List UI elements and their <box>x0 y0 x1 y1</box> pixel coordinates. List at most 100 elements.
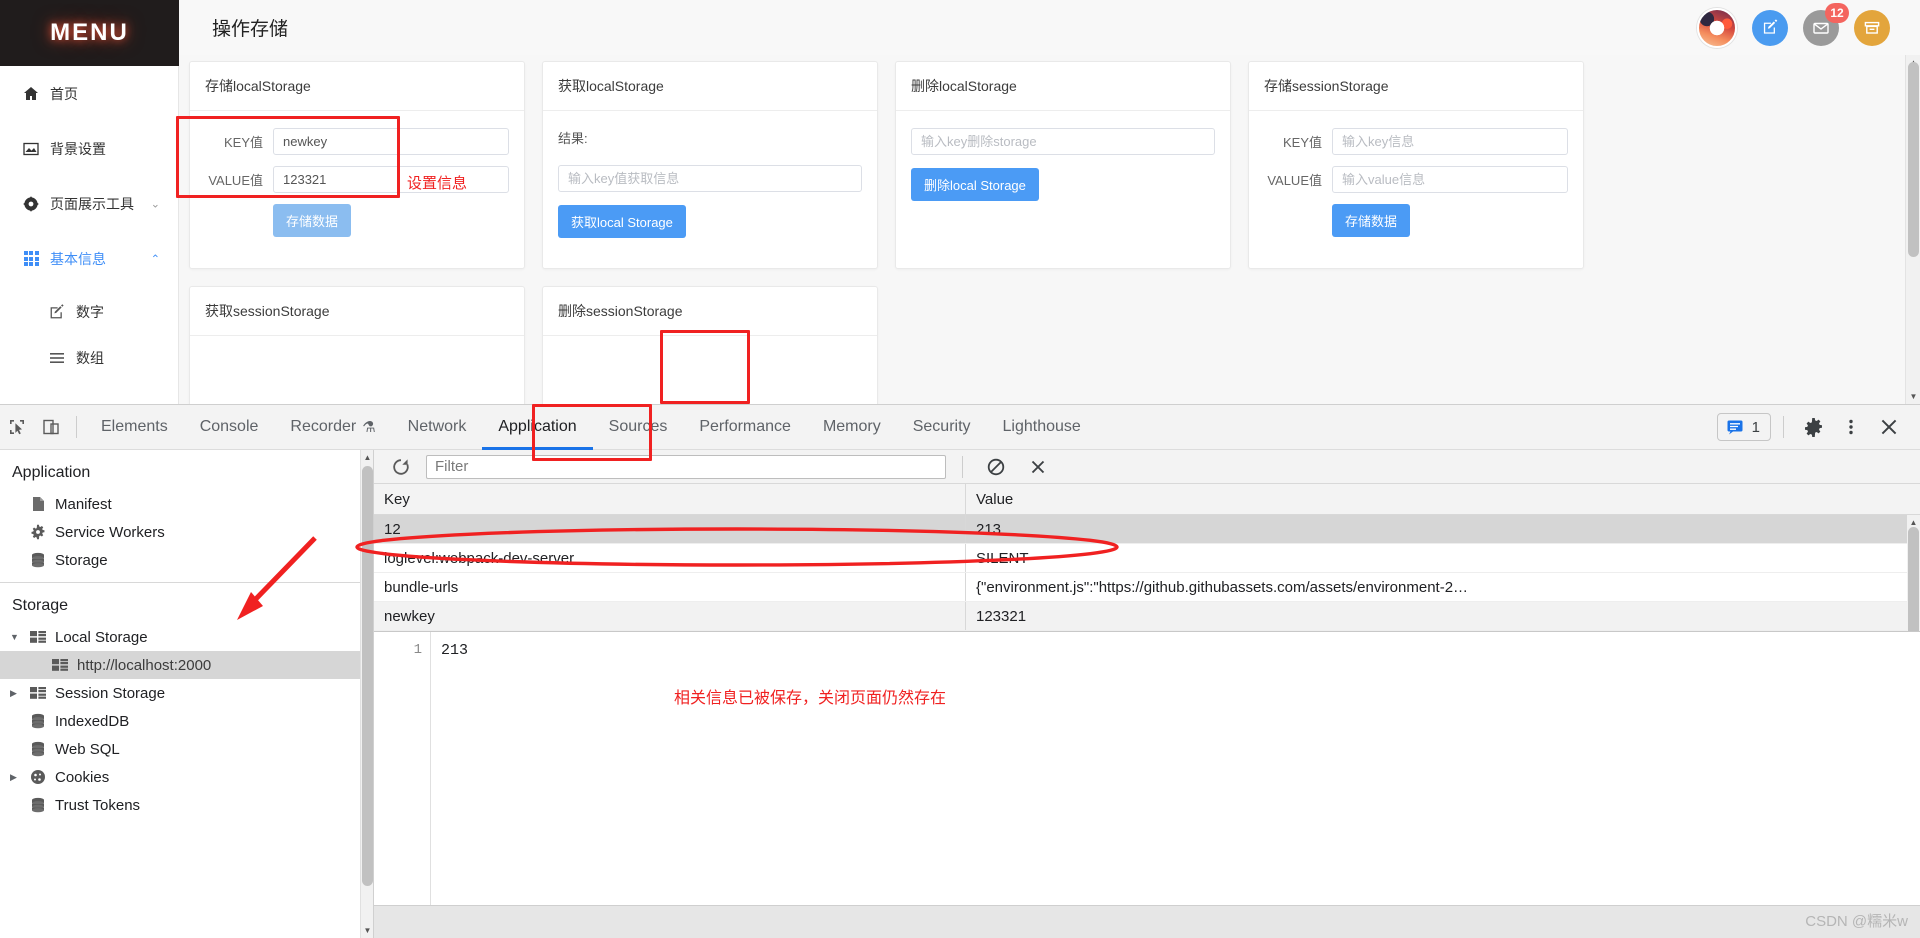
scroll-down-arrow-icon[interactable]: ▼ <box>1906 389 1920 404</box>
sidebar-item-background[interactable]: 背景设置 <box>0 121 178 176</box>
page-scroll-thumb[interactable] <box>1908 62 1919 257</box>
tab-label: Lighthouse <box>1002 418 1081 435</box>
tree-item-session-storage[interactable]: ▶ Session Storage <box>0 679 373 707</box>
tab-network[interactable]: Network <box>392 405 483 450</box>
sidebar-item-home[interactable]: 首页 <box>0 66 178 121</box>
tree-item-localhost-origin[interactable]: http://localhost:2000 <box>0 651 373 679</box>
tree-item-indexeddb[interactable]: IndexedDB <box>0 707 373 735</box>
card-row-2: 获取sessionStorage 删除sessionStorage <box>189 286 1910 404</box>
tree-item-label: Manifest <box>55 495 112 513</box>
tab-elements[interactable]: Elements <box>85 405 184 450</box>
archive-button[interactable] <box>1854 9 1890 46</box>
table-row[interactable]: bundle-urls {"environment.js":"https://g… <box>374 573 1920 602</box>
save-local-storage-button[interactable]: 存储数据 <box>273 204 352 237</box>
twisty-collapsed-icon[interactable]: ▶ <box>10 688 17 699</box>
tab-lighthouse[interactable]: Lighthouse <box>987 405 1097 450</box>
sidebar-item-array[interactable]: 数组 <box>0 338 178 378</box>
tree-item-trust-tokens[interactable]: Trust Tokens <box>0 791 373 819</box>
table-row[interactable]: newkey 123321 <box>374 602 1920 631</box>
sidebar-scroll-thumb[interactable] <box>362 466 373 886</box>
sidebar-item-label: 数组 <box>76 350 104 366</box>
toolbar-divider <box>76 416 77 438</box>
tab-application[interactable]: Application <box>482 405 593 450</box>
app-sidebar: MENU 首页 背景设置 页面展示工具 ⌄ 基本信息 ⌃ 数字 数组 <box>0 0 179 404</box>
scroll-up-arrow-icon[interactable]: ▲ <box>361 450 373 465</box>
storage-section-title: Storage <box>12 597 69 614</box>
devtools-toolbar-right: 1 <box>1716 411 1920 443</box>
sidebar-scrollbar[interactable]: ▲ ▼ <box>360 450 373 938</box>
refresh-icon[interactable] <box>384 451 418 483</box>
mail-button[interactable]: 12 <box>1803 2 1849 46</box>
tab-recorder[interactable]: Recorder ⚗ <box>274 405 391 450</box>
tab-performance[interactable]: Performance <box>683 405 807 450</box>
delete-local-key-input[interactable] <box>911 128 1215 155</box>
card-store-session-storage: 存储sessionStorage KEY值 VALUE值 存储数据 <box>1248 61 1584 269</box>
storage-filter-input[interactable] <box>426 454 946 479</box>
tree-item-manifest[interactable]: Manifest <box>0 490 373 518</box>
tree-item-label: Cookies <box>55 768 110 786</box>
sidebar-item-display-tools[interactable]: 页面展示工具 ⌄ <box>0 176 178 231</box>
session-key-input[interactable] <box>1332 128 1568 155</box>
database-icon <box>28 713 48 729</box>
tree-item-label: http://localhost:2000 <box>77 656 212 674</box>
avatar[interactable] <box>1697 7 1737 48</box>
delete-selected-icon[interactable] <box>1021 451 1055 483</box>
table-row[interactable]: loglevel:webpack-dev-server SILENT <box>374 544 1920 573</box>
result-label: 结果: <box>558 131 588 146</box>
tree-item-label: Service Workers <box>55 523 165 541</box>
grid-icon <box>22 250 40 268</box>
tab-sources[interactable]: Sources <box>593 405 684 450</box>
card-store-local-storage: 存储localStorage KEY值 VALUE值 存储数据 <box>189 61 525 269</box>
delete-local-storage-button[interactable]: 删除local Storage <box>911 168 1039 201</box>
get-local-key-input[interactable] <box>558 165 862 192</box>
card-title: 删除localStorage <box>896 62 1230 111</box>
page-scrollbar[interactable]: ▲ ▼ <box>1905 55 1920 404</box>
tab-memory[interactable]: Memory <box>807 405 897 450</box>
scroll-down-arrow-icon[interactable]: ▼ <box>361 923 373 938</box>
database-icon <box>28 552 48 568</box>
tree-item-label: Trust Tokens <box>55 796 141 814</box>
message-count-button[interactable]: 1 <box>1716 413 1771 441</box>
tab-label: Application <box>498 418 577 435</box>
tab-label: Memory <box>822 418 881 435</box>
sidebar-item-number[interactable]: 数字 <box>0 286 178 338</box>
sidebar-item-basic-info[interactable]: 基本信息 ⌃ <box>0 231 178 286</box>
local-key-input[interactable] <box>273 128 509 155</box>
tree-item-cookies[interactable]: ▶ Cookies <box>0 763 373 791</box>
column-header-value[interactable]: Value <box>966 484 1920 514</box>
tree-item-local-storage[interactable]: ▼ Local Storage <box>0 623 373 651</box>
card-title: 存储sessionStorage <box>1249 62 1583 111</box>
close-icon[interactable] <box>1872 411 1906 443</box>
tree-item-service-workers[interactable]: Service Workers <box>0 518 373 546</box>
card-title: 获取localStorage <box>543 62 877 111</box>
table-scroll-thumb[interactable] <box>1908 527 1919 647</box>
cell-key: newkey <box>374 602 966 630</box>
storage-table: Key Value 12 213 loglevel:webpack-dev-se… <box>374 484 1920 631</box>
inspect-element-icon[interactable] <box>0 411 34 443</box>
tab-console[interactable]: Console <box>184 405 275 450</box>
devtools-panel: Elements Console Recorder ⚗ Network Appl… <box>0 404 1920 938</box>
card-title: 获取sessionStorage <box>190 287 524 336</box>
tab-security[interactable]: Security <box>897 405 987 450</box>
session-value-input[interactable] <box>1332 166 1568 193</box>
submit-wrap: 存储数据 <box>205 204 509 237</box>
devtools-body: Application Manifest Service Workers Sto… <box>0 450 1920 938</box>
sidebar-item-label: 基本信息 <box>50 250 106 267</box>
twisty-collapsed-icon[interactable]: ▶ <box>10 772 17 783</box>
clear-all-icon[interactable] <box>979 451 1013 483</box>
settings-gear-icon[interactable] <box>1796 411 1830 443</box>
local-value-input[interactable] <box>273 166 509 193</box>
column-header-key[interactable]: Key <box>374 484 966 514</box>
cell-value: 213 <box>976 520 1002 538</box>
save-session-storage-button[interactable]: 存储数据 <box>1332 204 1411 237</box>
tree-item-label: Local Storage <box>55 628 148 646</box>
sidebar-item-label: 数字 <box>76 304 104 320</box>
more-options-icon[interactable] <box>1834 411 1868 443</box>
twisty-expanded-icon[interactable]: ▼ <box>10 632 19 642</box>
tree-item-web-sql[interactable]: Web SQL <box>0 735 373 763</box>
toggle-device-toolbar-icon[interactable] <box>34 411 68 443</box>
get-local-storage-button[interactable]: 获取local Storage <box>558 205 686 238</box>
tree-item-storage[interactable]: Storage <box>0 546 373 574</box>
edit-button[interactable] <box>1752 9 1788 46</box>
table-row[interactable]: 12 213 <box>374 515 1920 544</box>
